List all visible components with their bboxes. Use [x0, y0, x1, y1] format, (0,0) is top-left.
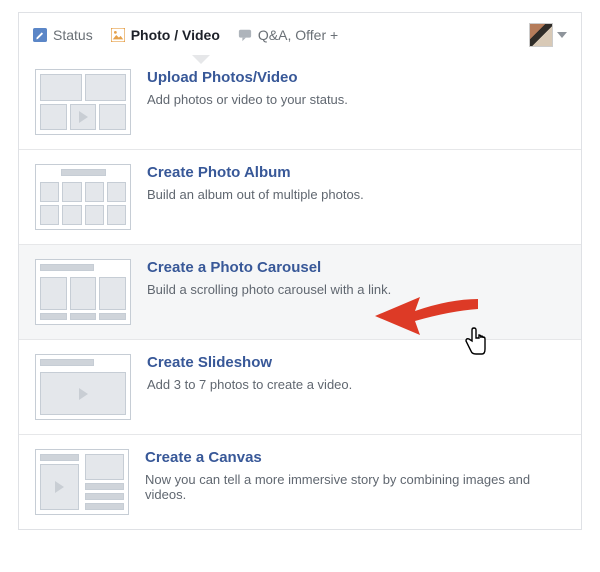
- thumb-carousel-icon: [35, 259, 131, 325]
- chat-icon: [238, 28, 252, 42]
- thumb-slideshow-icon: [35, 354, 131, 420]
- option-desc: Add photos or video to your status.: [147, 92, 348, 107]
- tab-photo-video-label: Photo / Video: [131, 27, 220, 43]
- option-desc: Build a scrolling photo carousel with a …: [147, 282, 391, 297]
- profile-menu[interactable]: [529, 23, 567, 47]
- chevron-down-icon: [557, 32, 567, 38]
- option-desc: Add 3 to 7 photos to create a video.: [147, 377, 352, 392]
- option-title: Create Photo Album: [147, 164, 364, 181]
- option-desc: Build an album out of multiple photos.: [147, 187, 364, 202]
- option-title: Create a Canvas: [145, 449, 565, 466]
- option-create-canvas[interactable]: Create a Canvas Now you can tell a more …: [19, 435, 581, 529]
- tab-status[interactable]: Status: [33, 27, 93, 43]
- option-title: Create Slideshow: [147, 354, 352, 371]
- tab-status-label: Status: [53, 27, 93, 43]
- tab-qa-offer-label: Q&A, Offer +: [258, 27, 338, 43]
- option-title: Create a Photo Carousel: [147, 259, 391, 276]
- option-create-photo-album[interactable]: Create Photo Album Build an album out of…: [19, 150, 581, 245]
- tab-qa-offer[interactable]: Q&A, Offer +: [238, 27, 338, 43]
- photo-icon: [111, 28, 125, 42]
- avatar: [529, 23, 553, 47]
- pencil-icon: [33, 28, 47, 42]
- option-upload-photos-video[interactable]: Upload Photos/Video Add photos or video …: [19, 55, 581, 150]
- option-title: Upload Photos/Video: [147, 69, 348, 86]
- option-list: Upload Photos/Video Add photos or video …: [18, 55, 582, 530]
- option-create-photo-carousel[interactable]: Create a Photo Carousel Build a scrollin…: [19, 245, 581, 340]
- thumb-canvas-icon: [35, 449, 129, 515]
- option-desc: Now you can tell a more immersive story …: [145, 472, 565, 502]
- option-create-slideshow[interactable]: Create Slideshow Add 3 to 7 photos to cr…: [19, 340, 581, 435]
- thumb-album-icon: [35, 164, 131, 230]
- thumb-upload-icon: [35, 69, 131, 135]
- tab-photo-video[interactable]: Photo / Video: [111, 27, 220, 43]
- composer-bar: Status Photo / Video Q&A, Offer +: [18, 12, 582, 55]
